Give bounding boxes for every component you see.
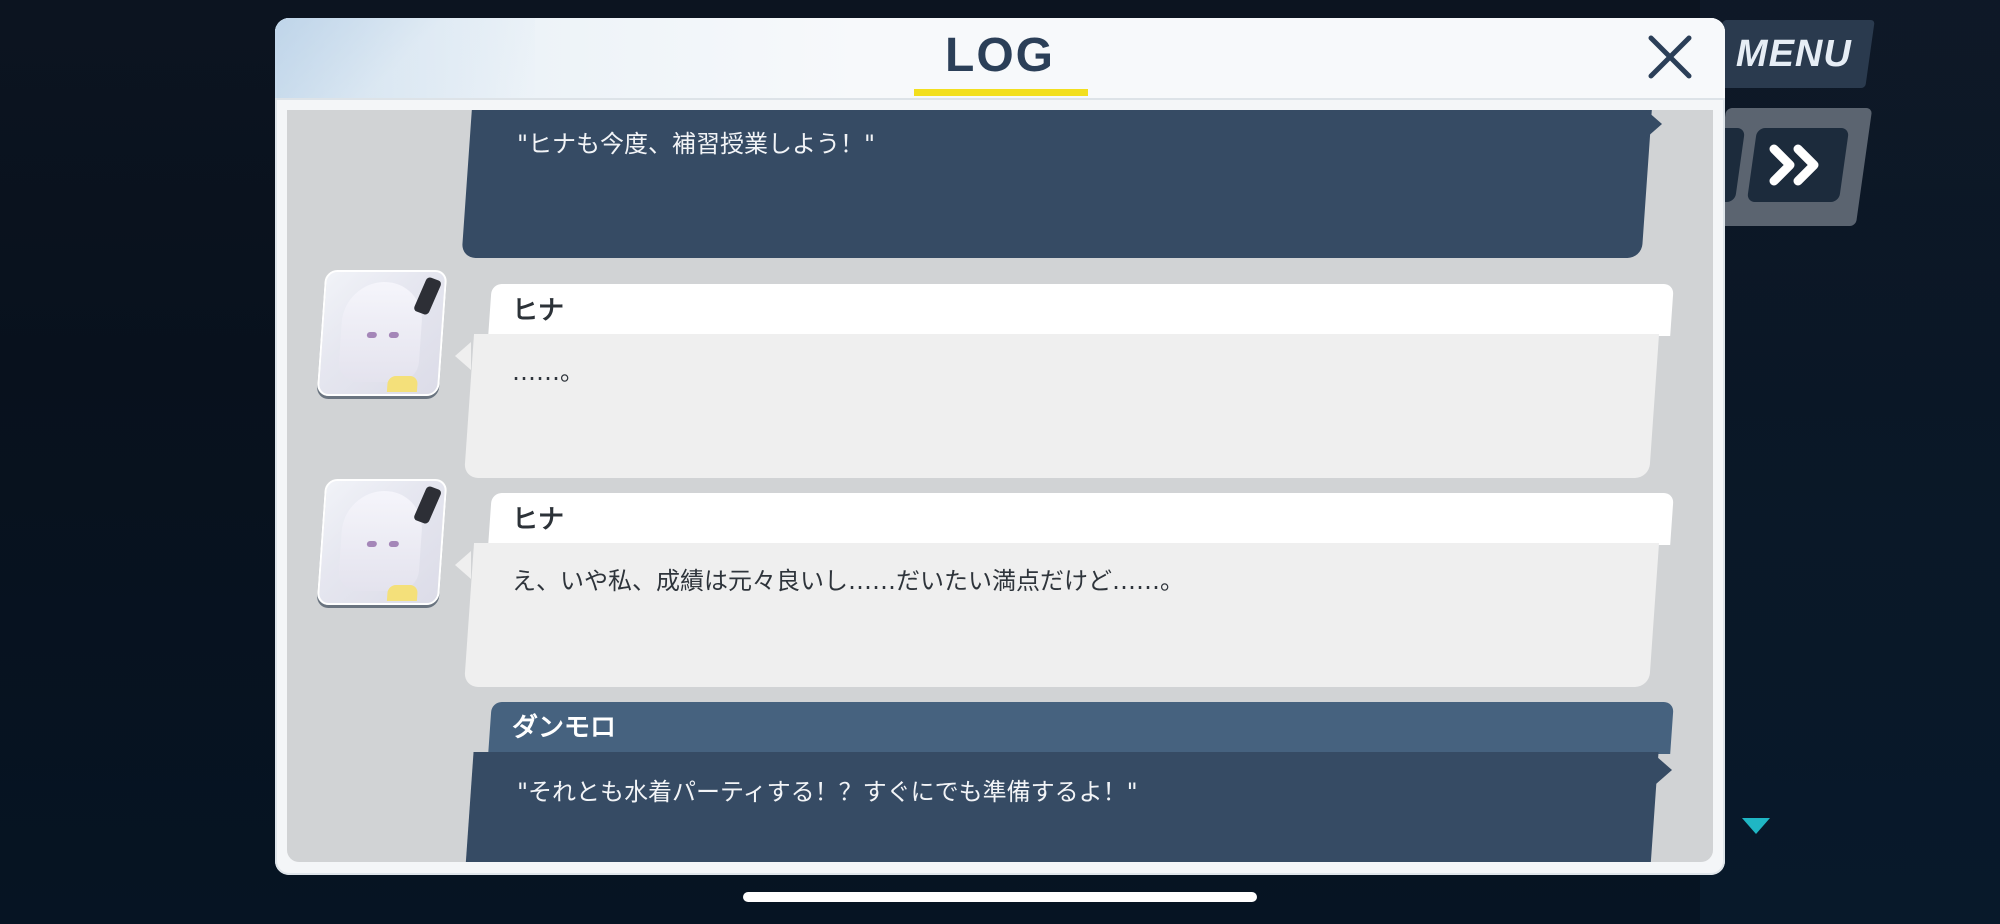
scroll-down-indicator-icon — [1742, 818, 1770, 834]
speaker-name: ヒナ — [512, 296, 565, 326]
home-indicator[interactable] — [743, 892, 1257, 902]
bubble-pointer — [455, 551, 471, 579]
log-entry-character — [463, 334, 1660, 478]
log-window: LOG "ヒナも今度、補習授業しよう！" ヒナ ……。 ヒナ え、いや私、成績は… — [275, 18, 1725, 875]
menu-label: MENU — [1736, 32, 1852, 75]
log-entry-text: "それとも水着パーティする！？すぐにでも準備するよ！" — [517, 778, 1138, 806]
page-title: LOG — [945, 29, 1055, 82]
close-button[interactable] — [1645, 32, 1695, 82]
log-entry-text: え、いや私、成績は元々良いし……だいたい満点だけど……。 — [512, 567, 1184, 595]
hina-avatar-icon — [316, 270, 448, 396]
speaker-tab — [488, 493, 1674, 545]
fast-forward-button[interactable] — [1746, 128, 1850, 202]
bubble-pointer — [455, 342, 471, 370]
close-icon — [1648, 35, 1692, 79]
speaker-tab — [488, 702, 1674, 754]
bubble-pointer — [1646, 110, 1662, 138]
log-entry-text: ……。 — [512, 358, 584, 386]
fast-forward-icon — [1769, 144, 1819, 186]
log-entry-player — [464, 752, 1659, 862]
log-header: LOG — [275, 18, 1725, 100]
speaker-tab — [488, 284, 1674, 336]
bubble-pointer — [1656, 756, 1672, 784]
log-entry-text: "ヒナも今度、補習授業しよう！" — [517, 130, 876, 158]
log-list[interactable]: "ヒナも今度、補習授業しよう！" ヒナ ……。 ヒナ え、いや私、成績は元々良い… — [287, 110, 1713, 862]
menu-button[interactable]: MENU — [1713, 20, 1875, 88]
title-underline — [914, 89, 1088, 96]
speaker-name: ヒナ — [512, 505, 565, 535]
hina-avatar-icon — [316, 479, 448, 605]
header-decoration — [275, 18, 535, 98]
speaker-name: ダンモロ — [512, 713, 617, 743]
